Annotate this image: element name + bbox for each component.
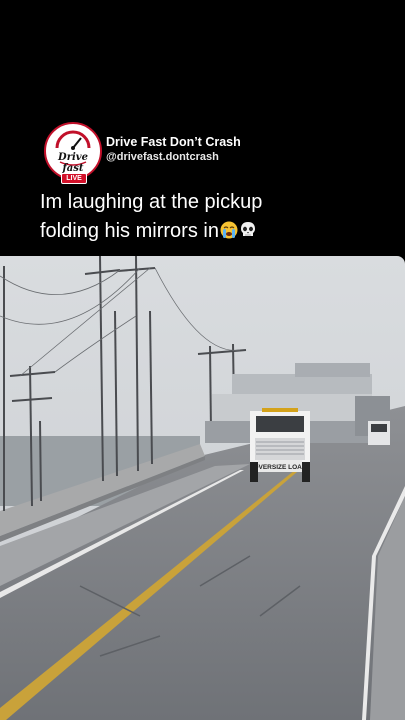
video-player[interactable]: OVERSIZE LOAD — [0, 256, 405, 720]
caption-line-1: Im laughing at the pickup — [40, 191, 263, 213]
avatar-logo: Drive fast — [44, 122, 102, 180]
caption-line-2-text: folding his mirrors in — [40, 220, 219, 242]
post-header: Drive fast LIVE Drive Fast Don’t Crash @… — [44, 122, 374, 184]
channel-handle[interactable]: @drivefast.dontcrash — [106, 151, 219, 163]
video-frame: OVERSIZE LOAD — [0, 256, 405, 720]
channel-avatar[interactable]: Drive fast LIVE — [44, 122, 104, 184]
post-caption: Im laughing at the pickup folding his mi… — [40, 188, 370, 248]
channel-name[interactable]: Drive Fast Don’t Crash — [106, 135, 241, 149]
truck-banner-text: OVERSIZE LOAD — [253, 464, 306, 471]
caption-line-2: folding his mirrors in — [40, 217, 370, 248]
live-badge: LIVE — [61, 173, 87, 184]
loudly-crying-face-icon — [220, 219, 238, 248]
avatar-logo-text: Drive fast — [58, 152, 88, 174]
skull-icon — [239, 219, 257, 248]
